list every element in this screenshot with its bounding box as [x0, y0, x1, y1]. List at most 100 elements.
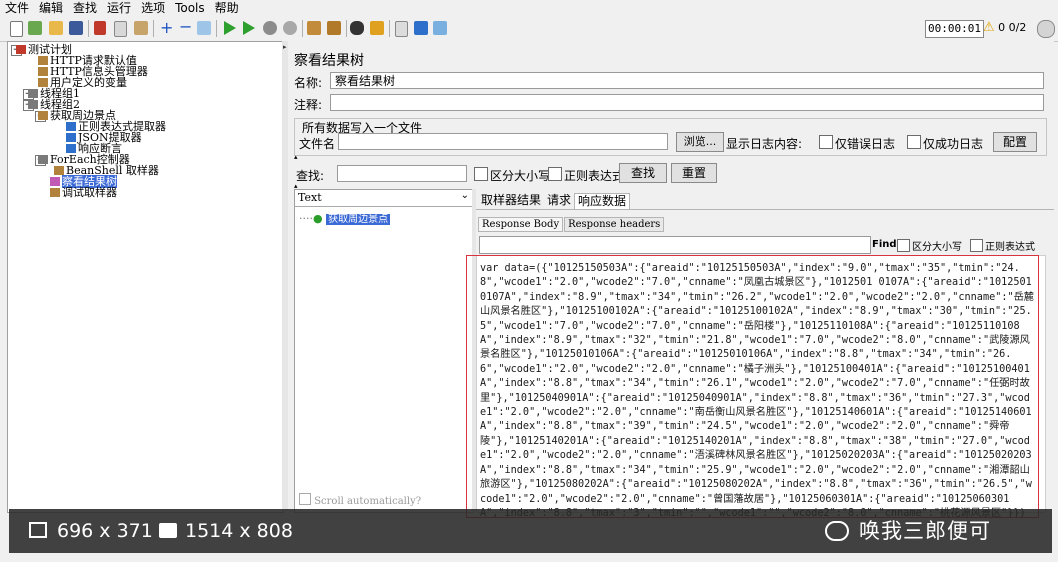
- search-label: 查找:: [296, 169, 325, 183]
- render-select[interactable]: Text ⌄: [295, 190, 473, 207]
- start-icon[interactable]: [224, 21, 236, 35]
- help-icon[interactable]: [414, 21, 428, 35]
- filename-label: 文件名: [299, 137, 336, 151]
- watermark-text: 唤我三郎便可: [859, 519, 991, 543]
- find-button[interactable]: 查找: [619, 163, 667, 183]
- tree-node-icon: [16, 45, 26, 54]
- tree-node-icon: [50, 188, 60, 197]
- menu-item-3[interactable]: 运行: [102, 0, 136, 17]
- name-field[interactable]: 察看结果树: [330, 72, 1044, 89]
- remote-icon[interactable]: [433, 21, 447, 35]
- case-sensitive-checkbox[interactable]: [474, 167, 488, 181]
- copy-icon[interactable]: [114, 21, 127, 37]
- tree-node-icon: [50, 177, 60, 186]
- jmeter-window: 文件 编辑 查找 运行 选项 Tools 帮助 + − 00:00:01 ⚠ 0 0/2: [0, 0, 1058, 562]
- body-search-input[interactable]: [479, 236, 871, 254]
- new-icon[interactable]: [10, 21, 23, 37]
- shutdown-icon[interactable]: [283, 21, 297, 35]
- tree-node-icon: [38, 67, 48, 76]
- image-info-overlay: 696 x 371 1514 x 808 唤我三郎便可: [9, 509, 1052, 553]
- reset-search-icon[interactable]: [370, 21, 384, 35]
- tree-node-icon: [54, 166, 64, 175]
- errors-only-label: 仅错误日志: [835, 137, 896, 151]
- tab-request[interactable]: 请求: [544, 193, 574, 209]
- menu-item-1[interactable]: 编辑: [34, 0, 68, 17]
- collapse-icon[interactable]: −: [179, 19, 193, 35]
- tree-node-icon: [38, 111, 48, 120]
- case-sensitive-label: 区分大小写: [490, 169, 551, 183]
- start-no-pause-icon[interactable]: [243, 21, 255, 35]
- scroll-auto-checkbox[interactable]: [299, 493, 311, 505]
- browse-button[interactable]: 浏览...: [676, 132, 724, 152]
- clear-icon[interactable]: [307, 21, 321, 35]
- divider-arrow[interactable]: ▴: [294, 154, 298, 161]
- open-icon[interactable]: [49, 21, 63, 35]
- tree-node[interactable]: 调试取样器: [50, 187, 117, 198]
- result-tabs: 取样器结果 请求 响应数据: [478, 193, 631, 209]
- success-only-label: 仅成功日志: [923, 137, 984, 151]
- regex-checkbox[interactable]: [548, 167, 562, 181]
- sample-item[interactable]: ····● 获取周边景点: [299, 210, 391, 225]
- menu-item-6[interactable]: 帮助: [210, 0, 244, 17]
- sample-item-label: 获取周边景点: [326, 214, 391, 225]
- test-plan-tree[interactable]: − + − − − 测试计划HTTP请求默认值HTTP信息头管理器用户定义的变量…: [7, 41, 284, 513]
- status-counts: ⚠ 0 0/2: [983, 20, 1026, 36]
- clear-all-icon[interactable]: [327, 21, 341, 35]
- templates-icon[interactable]: [28, 21, 42, 35]
- tree-node-icon: [66, 122, 76, 131]
- warning-icon[interactable]: ⚠: [983, 20, 995, 35]
- toggle-icon[interactable]: [197, 21, 211, 35]
- paste-icon[interactable]: [134, 21, 148, 35]
- tab-response-headers[interactable]: Response headers: [564, 217, 665, 232]
- errors-only-checkbox[interactable]: [819, 135, 833, 149]
- menu-item-5[interactable]: Tools: [170, 0, 210, 17]
- cut-icon[interactable]: [94, 21, 106, 35]
- regex-small-label: 正则表达式: [985, 242, 1035, 253]
- reset-button[interactable]: 重置: [671, 163, 717, 183]
- case-small-checkbox[interactable]: [897, 239, 910, 252]
- save-icon[interactable]: [69, 21, 83, 35]
- render-select-value: Text: [298, 191, 322, 204]
- function-helper-icon[interactable]: [395, 21, 408, 37]
- tab-sampler-result[interactable]: 取样器结果: [478, 193, 544, 209]
- size-full: 1514 x 808: [185, 520, 293, 542]
- toolbar: + − 00:00:01 ⚠ 0 0/2: [0, 17, 1058, 42]
- expand-icon[interactable]: +: [160, 20, 174, 36]
- tree-node-icon: [38, 56, 48, 65]
- tab-response-body[interactable]: Response Body: [478, 217, 564, 232]
- success-only-checkbox[interactable]: [907, 135, 921, 149]
- success-check-icon: ●: [313, 212, 323, 225]
- comment-field[interactable]: [330, 94, 1044, 111]
- case-small-label: 区分大小写: [912, 242, 962, 253]
- stop-icon[interactable]: [263, 21, 277, 35]
- size-original: 696 x 371: [57, 520, 153, 542]
- tree-node-icon: [28, 89, 38, 98]
- log-content-label: 显示日志内容:: [726, 137, 803, 151]
- scroll-auto-row[interactable]: Scroll automatically?: [299, 493, 421, 507]
- tree-node-icon: [66, 144, 76, 153]
- panel-title: 察看结果树: [294, 53, 364, 69]
- chevron-down-icon[interactable]: ⌄: [461, 190, 469, 201]
- search-input[interactable]: [337, 165, 467, 182]
- regex-small-checkbox[interactable]: [970, 239, 983, 252]
- regex-label: 正则表达式: [564, 169, 625, 183]
- sample-results-list[interactable]: Text ⌄ ····● 获取周边景点 Scroll automatically…: [294, 189, 474, 513]
- menu-item-0[interactable]: 文件: [0, 0, 34, 17]
- menu-item-4[interactable]: 选项: [136, 0, 170, 17]
- configure-button[interactable]: 配置: [993, 132, 1037, 152]
- tree-node-icon: [28, 100, 38, 109]
- resize-icon: [29, 522, 47, 538]
- response-body-area[interactable]: var data=({"10125150503A":{"areaid":"101…: [476, 255, 1046, 519]
- search-icon[interactable]: [350, 21, 364, 35]
- response-panel: 取样器结果 请求 响应数据 Response Body Response hea…: [466, 189, 1054, 519]
- view-results-tree-panel: 察看结果树 名称: 察看结果树 注释: 所有数据写入一个文件 文件名 浏览...…: [288, 41, 1054, 519]
- comment-label: 注释:: [294, 98, 323, 112]
- tree-node-icon: [66, 133, 76, 142]
- image-icon: [159, 523, 177, 538]
- tree-node-icon: [38, 155, 48, 164]
- menu-item-2[interactable]: 查找: [68, 0, 102, 17]
- log-viewer-icon[interactable]: [1037, 20, 1055, 38]
- filename-field[interactable]: [338, 133, 668, 150]
- find-small-label: Find: [872, 239, 897, 250]
- tab-response-data[interactable]: 响应数据: [574, 193, 631, 209]
